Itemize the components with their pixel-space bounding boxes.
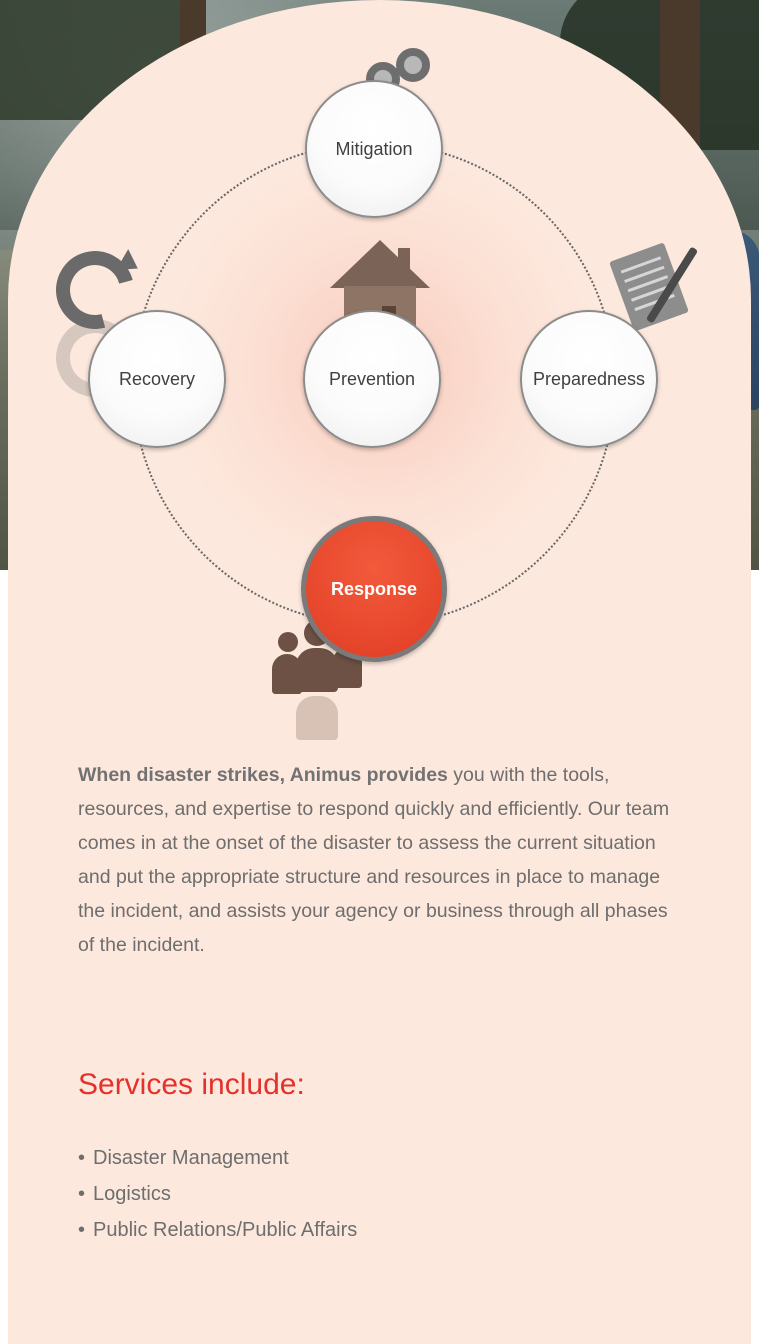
- list-item: Logistics: [78, 1176, 357, 1212]
- cycle-node-response[interactable]: Response: [301, 516, 447, 662]
- cycle-node-prevention[interactable]: Prevention: [303, 310, 441, 448]
- list-item: Disaster Management: [78, 1140, 357, 1176]
- node-label: Response: [330, 578, 418, 599]
- services-list: Disaster Management Logistics Public Rel…: [78, 1140, 357, 1248]
- node-label: Prevention: [328, 368, 416, 389]
- node-label: Mitigation: [335, 138, 413, 159]
- cycle-node-recovery[interactable]: Recovery: [88, 310, 226, 448]
- cycle-node-preparedness[interactable]: Preparedness: [520, 310, 658, 448]
- node-label: Recovery: [118, 368, 196, 389]
- list-item: Public Relations/Public Affairs: [78, 1212, 357, 1248]
- intro-lead: When disaster strikes, Animus provides: [78, 764, 448, 786]
- node-label: Preparedness: [532, 368, 646, 389]
- cycle-node-mitigation[interactable]: Mitigation: [305, 80, 443, 218]
- intro-body: you with the tools, resources, and exper…: [78, 764, 670, 956]
- intro-paragraph: When disaster strikes, Animus provides y…: [78, 758, 688, 962]
- services-heading: Services include:: [78, 1068, 305, 1101]
